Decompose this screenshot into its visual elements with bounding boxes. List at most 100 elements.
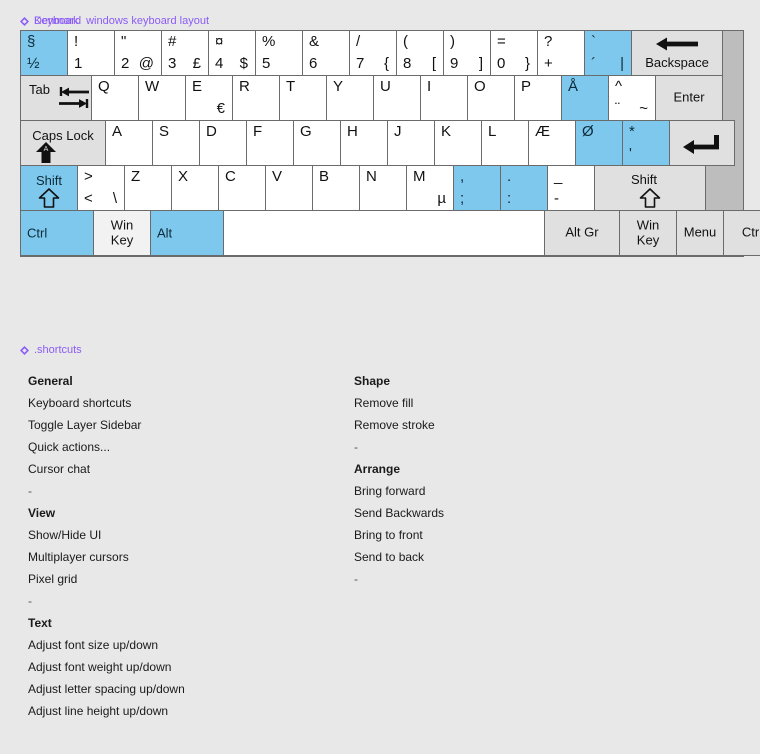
key-s-primary: S <box>159 123 170 140</box>
key-2[interactable]: " 2 @ <box>114 30 162 76</box>
key-5[interactable]: % 5 <box>255 30 303 76</box>
key-x[interactable]: X <box>171 165 219 211</box>
keyboard-component-label: Denmark Keyboard Keyboard windows keyboa… <box>20 15 209 27</box>
key-shift-right[interactable]: Shift <box>594 165 706 211</box>
key-backspace[interactable]: Backspace <box>631 30 723 76</box>
key-dash-primary: _ <box>554 168 563 185</box>
key-section-primary: § <box>27 33 36 50</box>
key-m[interactable]: Mµ <box>406 165 454 211</box>
key-c-primary: C <box>225 168 236 185</box>
key-8[interactable]: (8 [ <box>396 30 444 76</box>
key-caps-lock[interactable]: Caps Lock A <box>20 120 106 166</box>
key-z[interactable]: Z <box>124 165 172 211</box>
key-diaeresis[interactable]: ^ ¨ ~ <box>608 75 656 121</box>
key-u[interactable]: U <box>373 75 421 121</box>
key-9[interactable]: ) 9] <box>443 30 491 76</box>
key-win-right[interactable]: Win Key <box>619 210 677 256</box>
key-n[interactable]: N <box>359 165 407 211</box>
key-ctrl-left[interactable]: Ctrl <box>20 210 94 256</box>
key-s[interactable]: S <box>152 120 200 166</box>
key-return[interactable] <box>669 120 735 166</box>
key-d[interactable]: D <box>199 120 247 166</box>
key-b[interactable]: B <box>312 165 360 211</box>
key-c[interactable]: C <box>218 165 266 211</box>
key-a[interactable]: A <box>105 120 153 166</box>
key-0-altgr: } <box>524 55 530 73</box>
key-alt-gr[interactable]: Alt Gr <box>544 210 620 256</box>
key-y[interactable]: Y <box>326 75 374 121</box>
key-f[interactable]: F <box>246 120 294 166</box>
key-tab[interactable]: Tab <box>20 75 92 121</box>
key-enter[interactable]: Enter <box>655 75 723 121</box>
key-ctrl-left-label: Ctrl <box>27 225 48 241</box>
shortcuts-item[interactable]: Bring to front <box>354 524 444 546</box>
key-shift-left[interactable]: Shift <box>20 165 78 211</box>
key-o[interactable]: O <box>467 75 515 121</box>
key-dash[interactable]: _ - <box>547 165 595 211</box>
key-semicolon-primary: , <box>460 168 465 185</box>
key-section[interactable]: § ½ <box>20 30 68 76</box>
key-oslash[interactable]: Ø <box>575 120 623 166</box>
key-9-secondary: 9 <box>450 55 459 73</box>
key-7-secondary: 7 <box>356 55 365 73</box>
shortcuts-item[interactable]: Multiplayer cursors <box>28 546 185 568</box>
key-acute-altgr: | <box>620 55 624 73</box>
key-i[interactable]: I <box>420 75 468 121</box>
shortcuts-item[interactable]: Show/Hide UI <box>28 524 185 546</box>
key-colon[interactable]: .: <box>500 165 548 211</box>
key-q[interactable]: Q <box>91 75 139 121</box>
shortcuts-item[interactable]: Toggle Layer Sidebar <box>28 414 185 436</box>
key-f-primary: F <box>253 123 263 140</box>
key-acute[interactable]: ` ´ | <box>584 30 632 76</box>
key-w[interactable]: W <box>138 75 186 121</box>
shortcuts-item[interactable]: Adjust font size up/down <box>28 634 185 656</box>
shift-arrow-icon <box>639 188 661 208</box>
shortcuts-item[interactable]: Bring forward <box>354 480 444 502</box>
key-space[interactable] <box>223 210 545 256</box>
key-0[interactable]: = 0} <box>490 30 538 76</box>
key-3[interactable]: #3 £ <box>161 30 209 76</box>
key-r[interactable]: R <box>232 75 280 121</box>
key-e[interactable]: E € <box>185 75 233 121</box>
key-less-greater-primary: > <box>84 168 93 185</box>
key-1[interactable]: ! 1 <box>67 30 115 76</box>
key-h[interactable]: H <box>340 120 388 166</box>
key-ae[interactable]: Æ <box>528 120 576 166</box>
shortcuts-item[interactable]: Remove fill <box>354 392 444 414</box>
key-win-left[interactable]: Win Key <box>93 210 151 256</box>
key-4[interactable]: ¤ 4 $ <box>208 30 256 76</box>
key-6[interactable]: & 6 <box>302 30 350 76</box>
key-e-primary: E <box>192 78 203 95</box>
shortcuts-item[interactable]: Pixel grid <box>28 568 185 590</box>
shortcuts-item[interactable]: Send to back <box>354 546 444 568</box>
key-j[interactable]: J <box>387 120 435 166</box>
shortcuts-item[interactable]: Remove stroke <box>354 414 444 436</box>
shortcuts-item[interactable]: Keyboard shortcuts <box>28 392 185 414</box>
key-g[interactable]: G <box>293 120 341 166</box>
shortcuts-item[interactable]: Adjust letter spacing up/down <box>28 678 185 700</box>
shortcuts-item[interactable]: Adjust font weight up/down <box>28 656 185 678</box>
key-alt-left[interactable]: Alt <box>150 210 224 256</box>
shortcuts-item[interactable]: Adjust line height up/down <box>28 700 185 722</box>
key-apostrophe[interactable]: * ' <box>622 120 670 166</box>
shortcuts-item[interactable]: Send Backwards <box>354 502 444 524</box>
key-k[interactable]: K <box>434 120 482 166</box>
key-p[interactable]: P <box>514 75 562 121</box>
key-t[interactable]: T <box>279 75 327 121</box>
key-p-primary: P <box>521 78 532 95</box>
key-a-primary: A <box>112 123 123 140</box>
key-l[interactable]: L <box>481 120 529 166</box>
key-v[interactable]: V <box>265 165 313 211</box>
key-ctrl-right[interactable]: Ctrl <box>723 210 760 256</box>
key-aring[interactable]: Å <box>561 75 609 121</box>
key-7[interactable]: / 7 { <box>349 30 397 76</box>
shortcuts-label-text: .shortcuts <box>34 344 82 356</box>
key-menu[interactable]: Menu <box>676 210 724 256</box>
key-less-greater[interactable]: > < \ <box>77 165 125 211</box>
key-plus[interactable]: ? + <box>537 30 585 76</box>
bottom-letter-row: Shift > < \ Z X C V B N Mµ,;.: _ - Shift <box>20 165 743 211</box>
key-less-greater-secondary: < <box>84 190 93 208</box>
key-semicolon[interactable]: ,; <box>453 165 501 211</box>
shortcuts-item[interactable]: Cursor chat <box>28 458 185 480</box>
shortcuts-item[interactable]: Quick actions... <box>28 436 185 458</box>
